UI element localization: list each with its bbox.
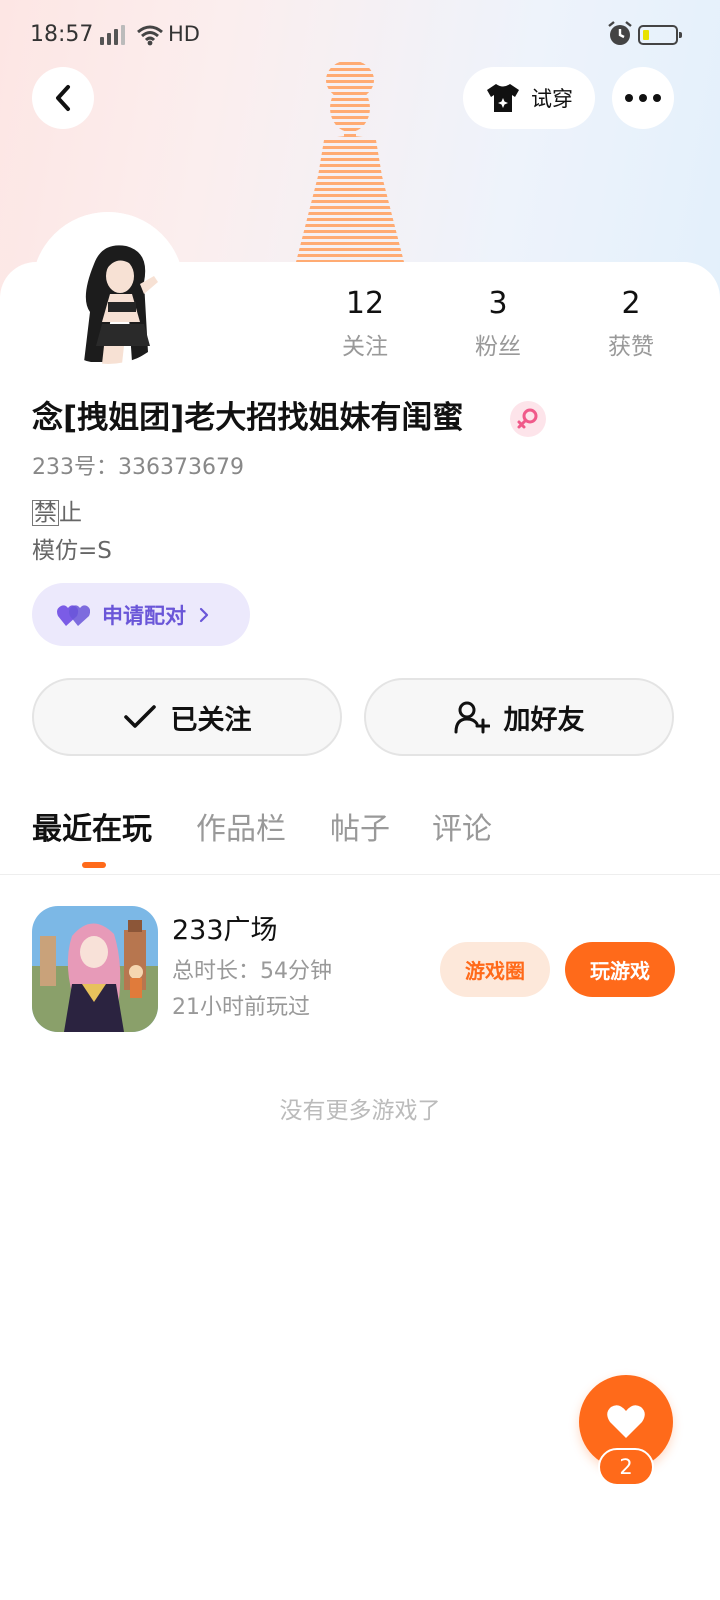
more-options-button[interactable] — [612, 67, 674, 129]
stat-label: 关注 — [342, 334, 388, 360]
like-count-badge: 2 — [598, 1448, 654, 1486]
stat-following[interactable]: 12 关注 — [305, 284, 425, 364]
user-id: 233号：336373679 — [32, 455, 244, 480]
signal-icon — [100, 25, 125, 45]
heart-icon — [607, 1405, 645, 1438]
recent-game-row[interactable]: 233广场 总时长：54分钟 21小时前玩过 游戏圈 玩游戏 — [0, 904, 720, 1036]
bio-line-2: 模仿=S — [32, 538, 112, 564]
female-gender-icon — [510, 401, 546, 437]
game-name: 233广场 — [172, 915, 278, 946]
followed-button[interactable]: 已关注 — [32, 678, 342, 756]
tab-works[interactable]: 作品栏 — [196, 806, 286, 854]
more-dot — [625, 94, 633, 102]
no-more-games-text: 没有更多游戏了 — [279, 1098, 441, 1124]
double-heart-icon — [57, 604, 90, 626]
play-game-button[interactable]: 玩游戏 — [565, 942, 675, 997]
bio-line-1: 禁止 — [32, 496, 82, 530]
status-time: 18:57 — [30, 22, 94, 47]
game-icon[interactable] — [32, 906, 158, 1032]
add-friend-button[interactable]: 加好友 — [364, 678, 674, 756]
game-last-played: 21小时前玩过 — [172, 995, 310, 1020]
stat-likes[interactable]: 2 获赞 — [571, 284, 691, 364]
more-dot — [653, 94, 661, 102]
stat-label: 获赞 — [608, 334, 654, 360]
active-tab-indicator — [82, 862, 106, 868]
tab-comments[interactable]: 评论 — [432, 806, 492, 854]
game-total-duration: 总时长：54分钟 — [172, 959, 332, 984]
stat-label: 粉丝 — [475, 334, 521, 360]
chevron-right-icon — [199, 607, 209, 622]
stat-value: 12 — [345, 286, 385, 321]
wifi-icon — [137, 25, 163, 46]
profile-stats: 12 关注 3 粉丝 2 获赞 — [300, 284, 700, 374]
try-on-button[interactable]: 试穿 — [463, 67, 595, 129]
avatar[interactable] — [32, 212, 184, 364]
try-on-label: 试穿 — [531, 87, 573, 111]
game-icon-image — [32, 906, 158, 1032]
profile-tabs: 最近在玩 作品栏 帖子 评论 — [0, 806, 720, 876]
tabs-divider — [0, 874, 720, 875]
add-friend-label: 加好友 — [503, 704, 585, 736]
stat-followers[interactable]: 3 粉丝 — [438, 284, 558, 364]
hd-indicator: HD — [168, 22, 200, 46]
tab-posts[interactable]: 帖子 — [330, 806, 390, 854]
apply-pair-label: 申请配对 — [102, 603, 186, 628]
add-user-icon — [454, 701, 490, 734]
alarm-icon — [608, 21, 632, 45]
avatar-3d-figure — [296, 60, 404, 262]
check-icon — [123, 705, 156, 728]
more-dot — [639, 94, 647, 102]
back-button[interactable] — [32, 67, 94, 129]
game-circle-button[interactable]: 游戏圈 — [440, 942, 550, 997]
tshirt-icon — [487, 84, 519, 112]
avatar-image — [32, 212, 184, 364]
bio-text: 止 — [59, 500, 82, 526]
stat-value: 3 — [488, 286, 508, 321]
followed-label: 已关注 — [170, 704, 252, 736]
apply-pair-button[interactable]: 申请配对 — [32, 583, 250, 646]
tab-recently-played[interactable]: 最近在玩 — [32, 806, 152, 854]
stat-value: 2 — [621, 286, 641, 321]
bio-boxed-char: 禁 — [32, 500, 59, 526]
chevron-left-icon — [56, 85, 70, 111]
profile-nickname: 念[拽姐团]老大招找姐妹有闺蜜 — [32, 400, 464, 436]
battery-icon — [638, 25, 682, 45]
